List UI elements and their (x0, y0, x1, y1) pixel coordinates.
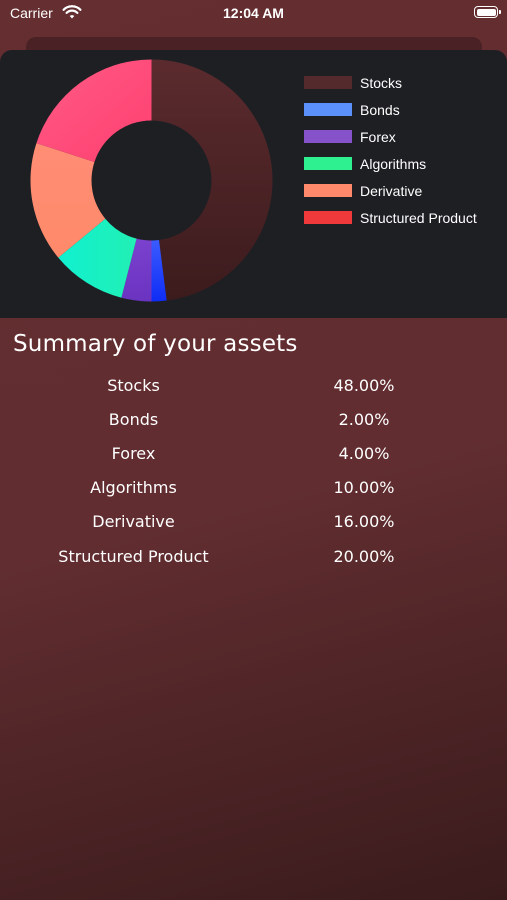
asset-percent: 10.00% (333, 478, 395, 498)
battery-icon (474, 6, 501, 18)
legend-item: Forex (304, 123, 477, 150)
asset-percent: 48.00% (333, 375, 395, 395)
summary-table: Stocks 48.00% Bonds 2.00% Forex 4.00% Algorith… (0, 368, 507, 573)
legend-label: Structured Product (360, 209, 477, 226)
legend-swatch (304, 157, 352, 170)
legend-item: Algorithms (304, 150, 477, 177)
legend-item: Derivative (304, 177, 477, 204)
summary-row: Algorithms 10.00% (0, 471, 507, 505)
legend-swatch (304, 184, 352, 197)
legend-item: Structured Product (304, 204, 477, 231)
asset-name: Structured Product (58, 546, 209, 566)
summary-row: Stocks 48.00% (0, 368, 507, 402)
legend-label: Stocks (360, 74, 403, 91)
asset-percent: 2.00% (338, 409, 390, 429)
asset-name: Stocks (107, 375, 160, 395)
legend-item: Bonds (304, 96, 477, 123)
summary-title: Summary of your assets (13, 331, 298, 357)
legend-label: Forex (360, 128, 396, 145)
donut-slice-stocks (151, 59, 273, 301)
legend-label: Bonds (360, 101, 400, 118)
summary-row: Derivative 16.00% (0, 505, 507, 539)
asset-name: Derivative (92, 512, 175, 532)
donut-chart (30, 59, 273, 302)
legend-label: Algorithms (360, 155, 427, 172)
legend-swatch (304, 103, 352, 116)
asset-name: Algorithms (90, 478, 177, 498)
summary-row: Structured Product 20.00% (0, 539, 507, 573)
legend-swatch (304, 130, 352, 143)
legend-label: Derivative (360, 182, 423, 199)
asset-percent: 4.00% (338, 443, 390, 463)
summary-row: Bonds 2.00% (0, 402, 507, 436)
asset-percent: 16.00% (333, 512, 395, 532)
status-time: 12:04 AM (223, 5, 284, 21)
legend-swatch (304, 211, 352, 224)
asset-percent: 20.00% (333, 546, 395, 566)
asset-name: Bonds (108, 409, 159, 429)
asset-name: Forex (111, 443, 156, 463)
donut-slice-structured-product (36, 59, 152, 162)
chart-legend: Stocks Bonds Forex Algorithms Derivative Stru… (304, 69, 477, 231)
legend-item: Stocks (304, 69, 477, 96)
summary-row: Forex 4.00% (0, 436, 507, 470)
legend-swatch (304, 76, 352, 89)
status-bar: Carrier 12:04 AM (0, 0, 507, 30)
